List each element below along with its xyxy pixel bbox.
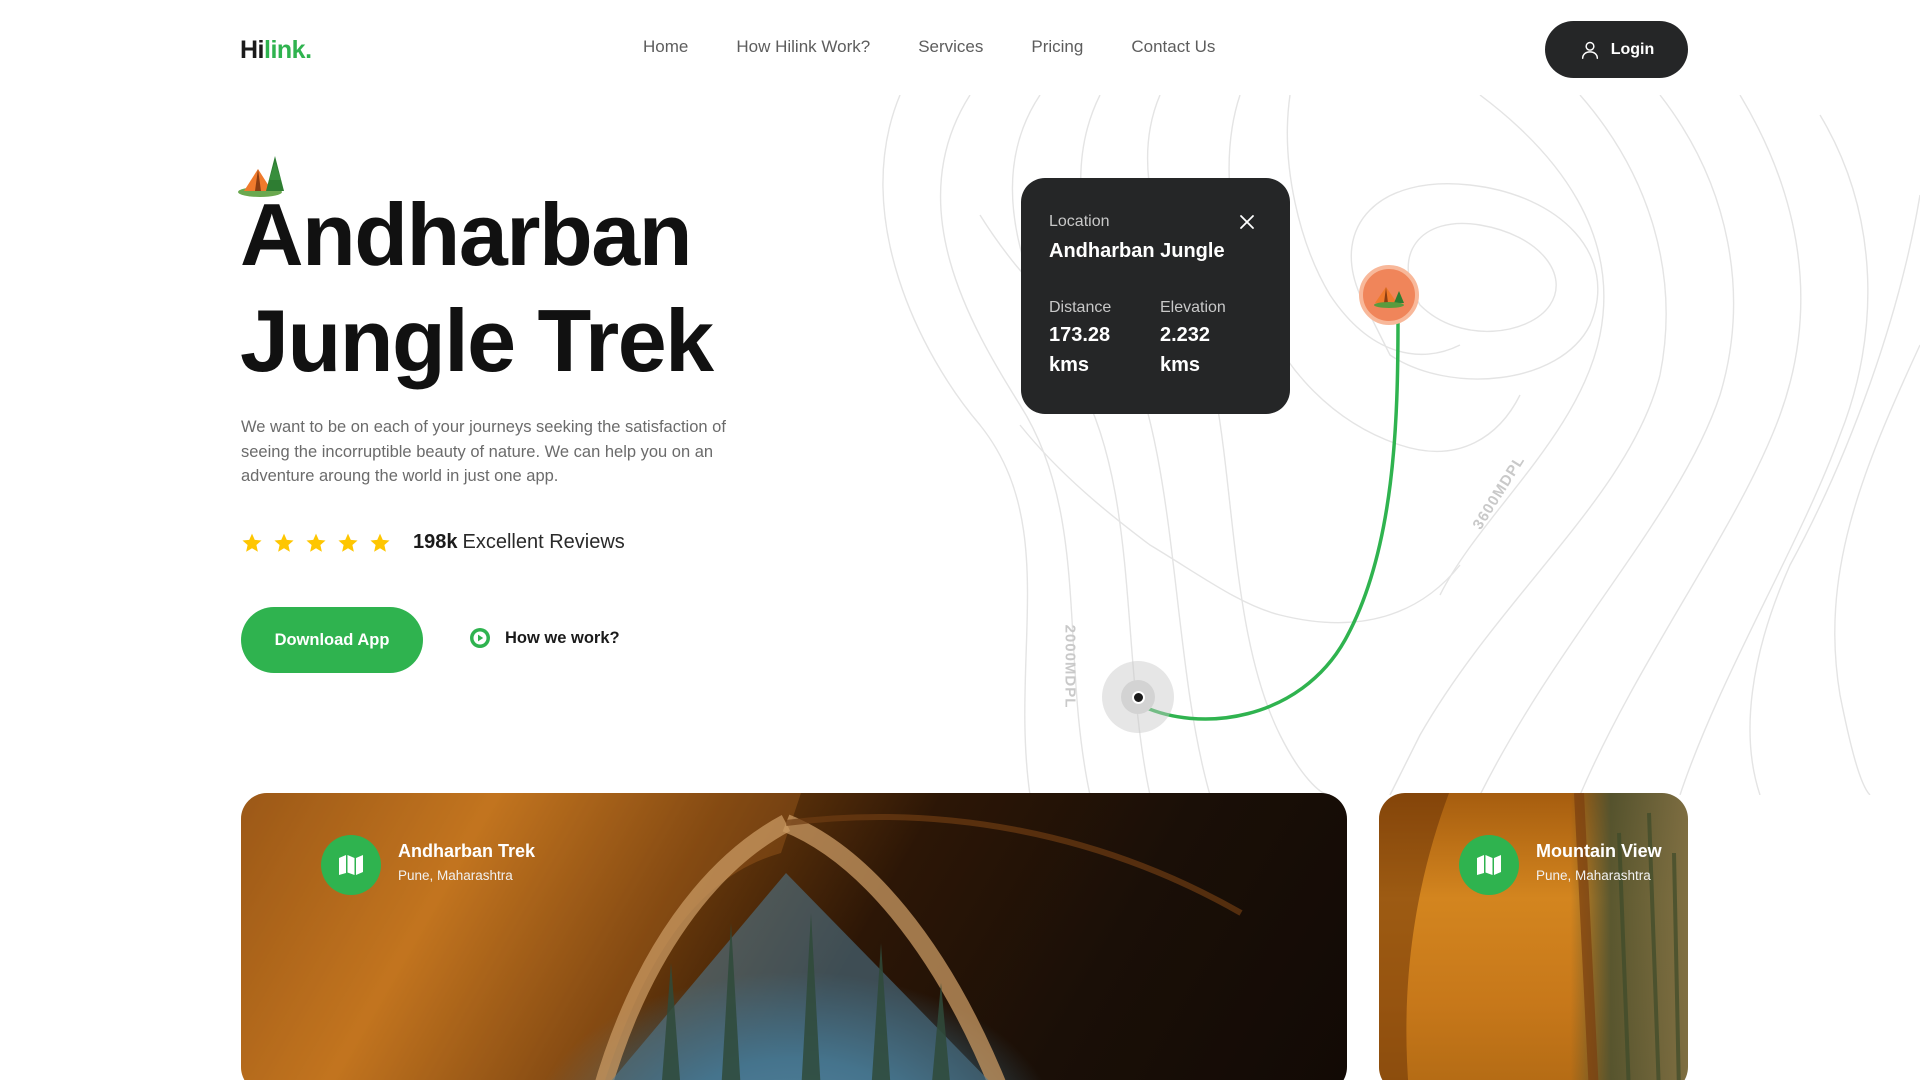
altitude-label-2000: 2000MDPL (1061, 624, 1079, 709)
trek-card-andharban[interactable]: Andharban Trek Pune, Maharashtra (241, 793, 1347, 1080)
hero-title: Andharban Jungle Trek (240, 182, 880, 394)
distance-label: Distance (1049, 299, 1112, 316)
nav-how-it-works[interactable]: How Hilink Work? (736, 37, 870, 57)
close-icon[interactable] (1237, 212, 1257, 232)
reviews-label: Excellent Reviews (462, 531, 625, 553)
star-icon (242, 533, 262, 552)
nav-home[interactable]: Home (643, 37, 688, 57)
trek-card-mountain-view[interactable]: Mountain View Pune, Maharashtra (1379, 793, 1688, 1080)
play-icon (470, 628, 490, 648)
hero-title-line-1: Andharban (240, 185, 692, 284)
map-badge (1459, 835, 1519, 895)
map-icon (1477, 855, 1501, 875)
card-subtitle: Pune, Maharashtra (1536, 868, 1651, 883)
camp-icon (1374, 287, 1404, 308)
reviews-count: 198k (413, 531, 458, 553)
elevation-value: 2.232 kms (1160, 324, 1211, 376)
map-badge (321, 835, 381, 895)
main-nav: Home How Hilink Work? Services Pricing C… (643, 37, 1215, 57)
star-icon (274, 533, 294, 552)
hero-description: We want to be on each of your journeys s… (241, 418, 726, 485)
star-icon (306, 533, 326, 552)
location-label: Location (1049, 213, 1110, 230)
hero-title-line-2: Jungle Trek (240, 291, 714, 390)
logo-accent: link. (264, 36, 312, 64)
elevation-label: Elevation (1160, 299, 1226, 316)
tent-photo (241, 793, 1243, 1080)
logo[interactable]: Hilink. (240, 36, 312, 65)
login-button[interactable]: Login (1545, 21, 1688, 78)
card-title: Andharban Trek (398, 841, 536, 861)
star-icon (338, 533, 358, 552)
star-icon (370, 533, 390, 552)
location-card: Location Andharban Jungle Distance 173.2… (1021, 178, 1290, 414)
nav-contact[interactable]: Contact Us (1131, 37, 1215, 57)
card-title: Mountain View (1536, 841, 1662, 861)
map-icon (339, 855, 363, 875)
how-we-work-link[interactable]: How we work? (469, 627, 620, 649)
logo-text: Hi (240, 36, 265, 64)
how-we-work-label: How we work? (505, 628, 620, 647)
login-label: Login (1610, 40, 1655, 58)
reviews: 198k Excellent Reviews (241, 531, 625, 554)
start-marker[interactable] (1102, 661, 1174, 733)
location-value: Andharban Jungle (1049, 240, 1225, 262)
nav-services[interactable]: Services (918, 37, 983, 57)
download-app-button[interactable]: Download App (241, 607, 423, 673)
rating-stars (241, 532, 391, 554)
nav-pricing[interactable]: Pricing (1031, 37, 1083, 57)
user-icon (1581, 41, 1598, 59)
tent-photo (1379, 793, 1681, 1080)
destination-pin[interactable] (1359, 265, 1419, 325)
distance-value: 173.28 kms (1049, 324, 1111, 376)
topographic-map (882, 95, 1920, 795)
card-subtitle: Pune, Maharashtra (398, 868, 513, 883)
